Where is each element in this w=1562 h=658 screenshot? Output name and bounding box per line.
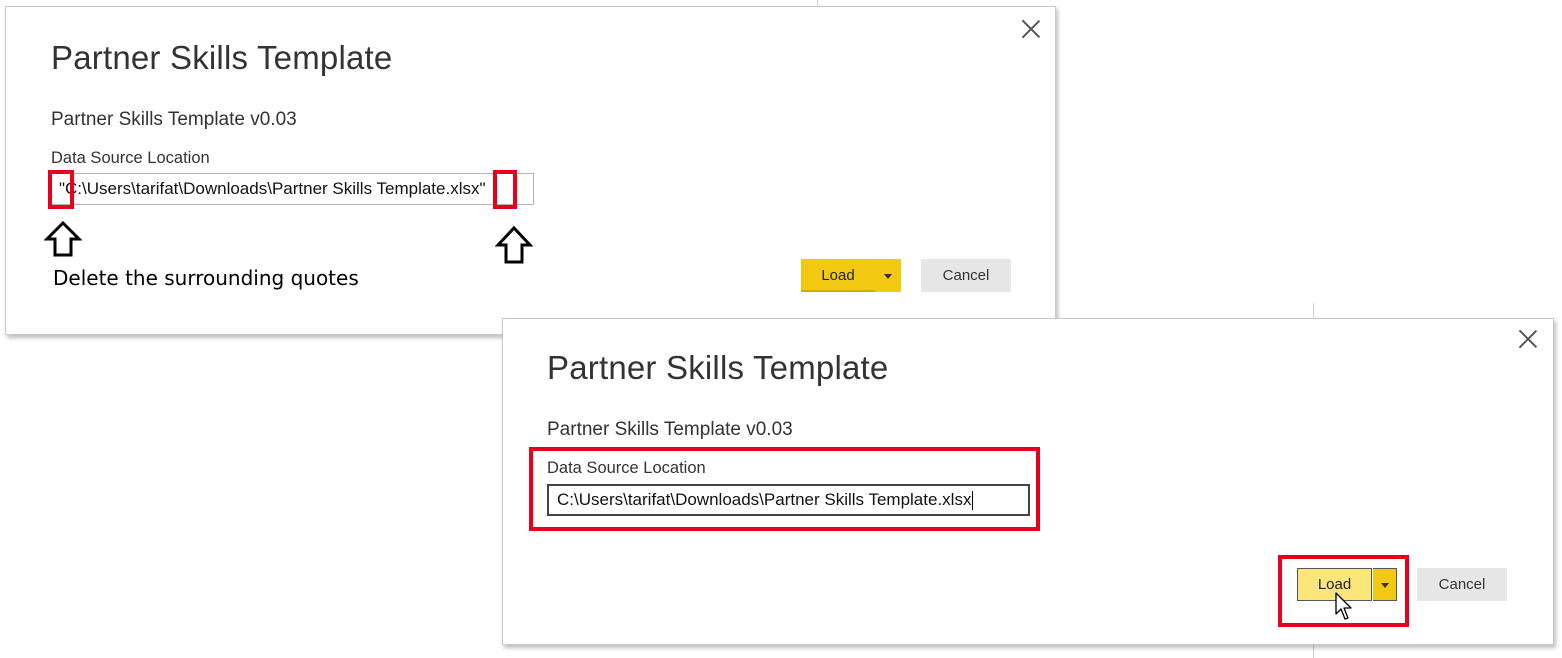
load-button-label[interactable]: Load [801,259,875,292]
dialog-title: Partner Skills Template [547,349,889,386]
data-source-input[interactable]: "C:\Users\tarifat\Downloads\Partner Skil… [51,173,534,205]
background-divider [1313,643,1314,658]
load-dropdown[interactable] [875,259,901,292]
field-highlight [529,447,1040,531]
close-icon[interactable] [1021,19,1041,39]
close-icon[interactable] [1518,329,1538,349]
quote-highlight-right [493,170,517,209]
mouse-pointer-icon [1335,592,1352,620]
quote-highlight-left [48,170,74,209]
cancel-button[interactable]: Cancel [921,259,1011,292]
background-divider [1313,303,1314,318]
up-arrow-icon [44,220,82,257]
dialog-subtitle: Partner Skills Template v0.03 [51,109,297,130]
cancel-button[interactable]: Cancel [1417,568,1507,601]
up-arrow-icon [495,225,533,264]
dialog-title: Partner Skills Template [51,39,393,76]
chevron-down-icon [884,273,892,279]
data-source-label: Data Source Location [51,149,210,167]
load-button[interactable]: Load [801,259,901,292]
dialog-subtitle: Partner Skills Template v0.03 [547,419,793,440]
annotation-text: Delete the surrounding quotes [53,266,359,290]
